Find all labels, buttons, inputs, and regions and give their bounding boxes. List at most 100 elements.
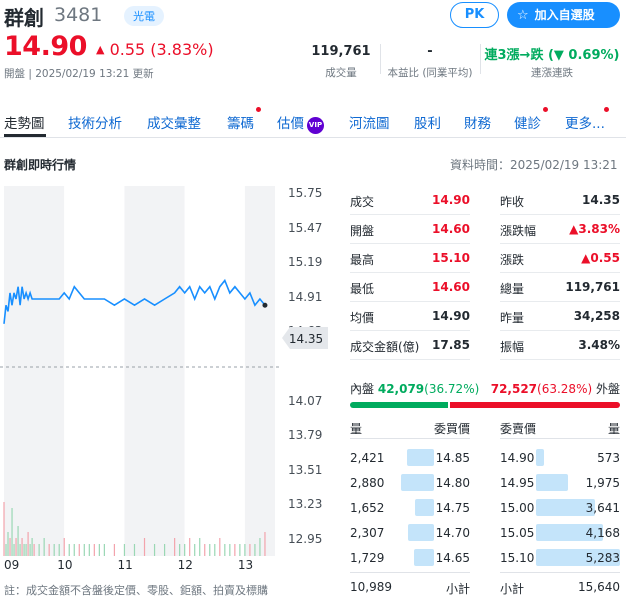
- ask-row: 15.05 4,168: [500, 521, 620, 546]
- tab-river[interactable]: 河流圖: [349, 112, 390, 132]
- quote-row: 昨量 34,258: [500, 302, 620, 331]
- vip-badge: VIP: [307, 117, 324, 134]
- outer-label: 外盤: [595, 382, 620, 396]
- last-price-dot: [262, 302, 268, 308]
- add-to-watchlist-button[interactable]: ☆ 加入自選股: [507, 2, 620, 28]
- tab-financial[interactable]: 財務: [464, 112, 491, 132]
- quote-row: 漲跌幅 ▲3.83%: [500, 215, 620, 244]
- volume-bar: [33, 544, 35, 556]
- pk-button[interactable]: PK: [450, 2, 499, 28]
- volume-bar: [13, 544, 15, 556]
- quote-label: 漲跌: [500, 253, 525, 267]
- quote-label: 開盤: [350, 224, 375, 238]
- bid-qty: 1,652: [350, 501, 385, 515]
- tab-chips[interactable]: 籌碼: [227, 107, 261, 132]
- x-tick-label: 11: [117, 558, 133, 572]
- volume-bar: [209, 544, 211, 556]
- volume-bar: [25, 544, 27, 556]
- bid-price: 14.85: [435, 451, 470, 465]
- ask-qty: 4,168: [585, 526, 620, 540]
- quote-label: 漲跌幅: [500, 224, 537, 238]
- volume-bar: [189, 538, 191, 556]
- outer-pct: (63.28%): [537, 382, 593, 396]
- hour-band: [244, 186, 275, 556]
- volume-bar: [78, 544, 80, 556]
- data-timestamp: 資料時間：2025/02/19 13:21: [450, 158, 618, 172]
- quote-value: ▲0.55: [581, 251, 620, 265]
- stock-name: 群創: [4, 6, 44, 30]
- quote-row: 均價 14.90: [350, 302, 470, 331]
- volume-bar: [184, 544, 186, 556]
- quote-value: 119,761: [565, 280, 620, 294]
- volume-bar: [199, 538, 201, 556]
- divider: [380, 44, 381, 74]
- volume-bar: [68, 544, 70, 556]
- quote-label: 振幅: [500, 340, 525, 354]
- volume-bar: [53, 544, 55, 556]
- current-price: 14.90: [4, 31, 87, 62]
- active-tab-indicator: [4, 134, 46, 137]
- tab-trades[interactable]: 成交彙整: [147, 112, 201, 132]
- ask-row: 14.95 1,975: [500, 471, 620, 496]
- industry-badge[interactable]: 光電: [124, 6, 164, 26]
- bid-row: 1,729 14.65: [350, 546, 470, 571]
- quote-row: 最高 15.10: [350, 244, 470, 273]
- tab-trend[interactable]: 走勢圖: [4, 112, 45, 132]
- bid-qty: 1,729: [350, 551, 385, 565]
- volume-stat: 119,761 成交量: [306, 44, 376, 80]
- intraday-chart[interactable]: [0, 186, 340, 582]
- tab-health[interactable]: 健診: [514, 107, 548, 132]
- star-icon: ☆: [517, 8, 529, 23]
- volume-bar: [214, 544, 216, 556]
- y-tick-label: 13.79: [288, 428, 323, 443]
- ask-volume-bar: [536, 449, 545, 466]
- tab-technical[interactable]: 技術分析: [68, 112, 122, 132]
- bid-row: 2,421 14.85: [350, 446, 470, 471]
- volume-bar: [239, 544, 241, 556]
- quote-value: 17.85: [432, 338, 470, 352]
- y-tick-label: 12.95: [288, 532, 323, 546]
- volume-bar: [179, 544, 181, 556]
- bid-row: 1,652 14.75: [350, 496, 470, 521]
- ask-qty: 573: [597, 451, 620, 465]
- outer-value: 72,527: [490, 382, 538, 396]
- bid-volume-bar: [415, 499, 434, 516]
- tab-health-label: 健診: [514, 116, 541, 132]
- quote-value: 14.90: [432, 309, 470, 323]
- streak-value: 連3漲→跌 (▼ 0.69%): [484, 48, 620, 63]
- volume-bar: [48, 544, 50, 556]
- tab-dividend[interactable]: 股利: [414, 112, 441, 132]
- quote-value: 15.10: [432, 251, 470, 265]
- volume-bar: [163, 544, 166, 556]
- quote-row: 總量 119,761: [500, 273, 620, 302]
- up-triangle-icon: ▲: [96, 43, 105, 56]
- quote-value: 14.60: [432, 280, 470, 294]
- tab-technical-label: 技術分析: [68, 116, 122, 132]
- ask-price: 14.95: [500, 476, 535, 490]
- volume-bar: [224, 544, 226, 556]
- bid-qty: 2,421: [350, 451, 385, 465]
- volume-bar: [21, 538, 23, 556]
- tab-more[interactable]: 更多...: [565, 107, 609, 132]
- divider: [350, 572, 470, 573]
- volume-bar: [103, 544, 105, 556]
- divider: [500, 438, 620, 439]
- hour-band: [64, 186, 125, 556]
- volume-bar: [9, 538, 11, 556]
- tab-valuation[interactable]: 估價 VIP: [277, 112, 324, 134]
- bid-price: 14.75: [435, 501, 470, 515]
- divider: [500, 572, 620, 573]
- ask-total: 15,640: [578, 580, 620, 594]
- volume-bar: [38, 544, 40, 556]
- streak-label: 連漲連跌: [531, 67, 573, 79]
- volume-bar: [244, 544, 246, 556]
- quote-value: 14.90: [432, 193, 470, 207]
- quote-row: 漲跌 ▲0.55: [500, 244, 620, 273]
- volume-bar: [249, 544, 251, 556]
- y-tick-label: 15.19: [288, 255, 323, 270]
- quote-value: 14.35: [582, 193, 620, 207]
- tab-valuation-label: 估價: [277, 116, 304, 132]
- volume-bar: [98, 544, 100, 556]
- ask-row: 15.00 3,641: [500, 496, 620, 521]
- volume-bar: [3, 502, 5, 556]
